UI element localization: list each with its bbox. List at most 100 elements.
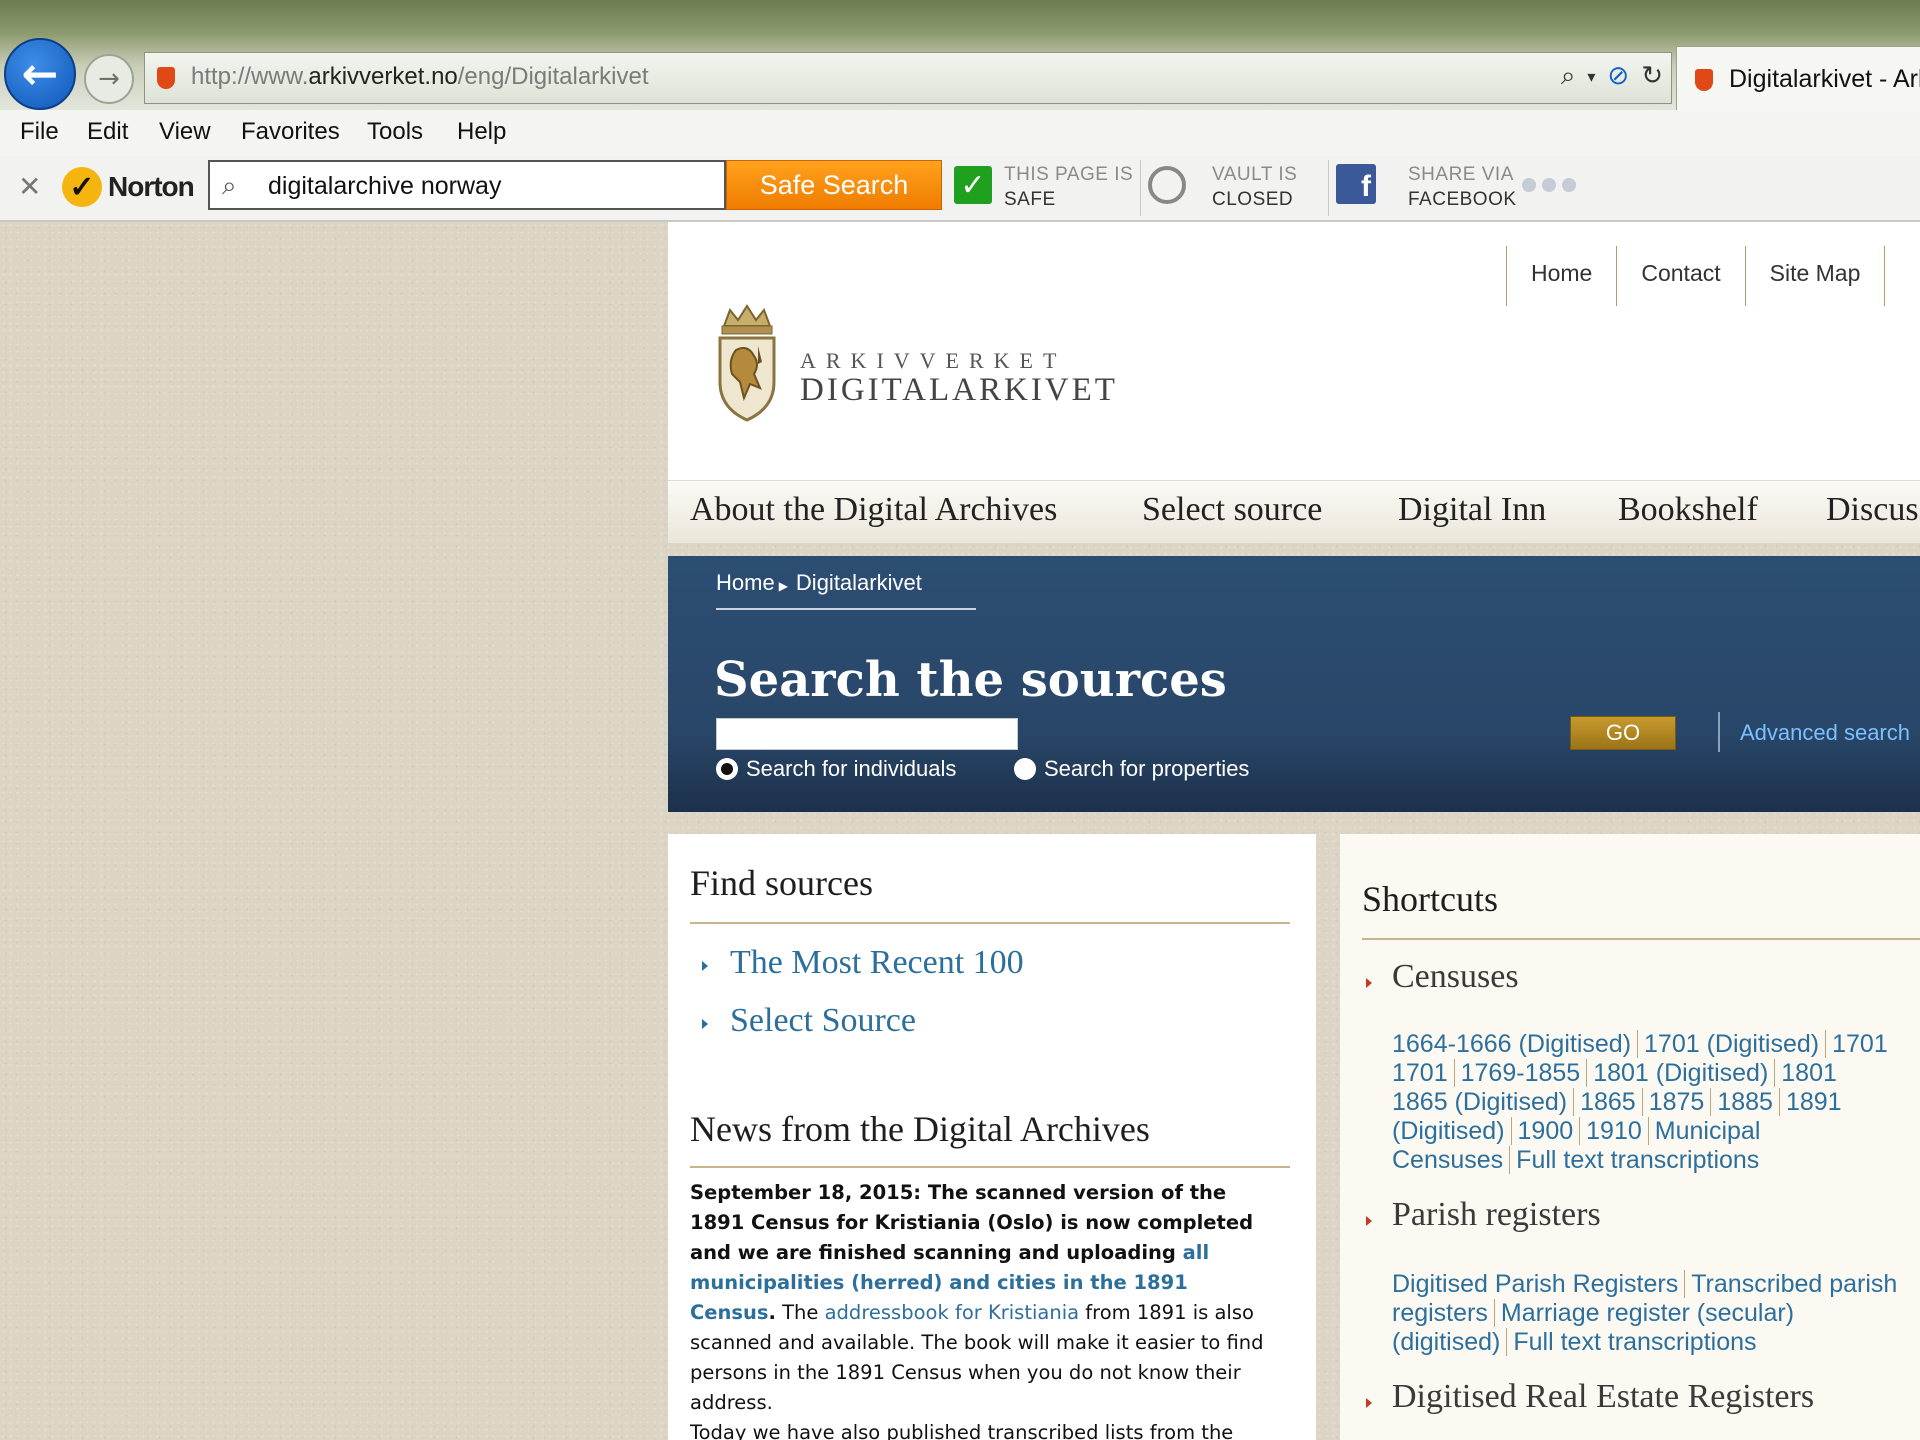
divider (690, 922, 1290, 924)
site-header: Home Contact Site Map ARKIVVERKET DIGITA… (668, 222, 1920, 480)
toolbar-divider (1328, 160, 1329, 216)
parish-link[interactable]: registers (1392, 1299, 1488, 1327)
facebook-icon: f (1336, 164, 1376, 204)
forward-button[interactable]: → (84, 54, 134, 104)
census-link[interactable]: 1865 (Digitised) (1392, 1088, 1567, 1116)
main-navigation: About the Digital Archives Select source… (668, 480, 1920, 543)
link-select-source[interactable]: Select Source (730, 1002, 916, 1040)
back-button[interactable]: ← (4, 38, 76, 110)
parish-link[interactable]: Full text transcriptions (1506, 1328, 1757, 1356)
vault-status[interactable]: VAULT IS CLOSED (1212, 162, 1297, 212)
parish-link[interactable]: (digitised) (1392, 1328, 1500, 1356)
source-search-input[interactable] (716, 718, 1018, 750)
search-panel: Home ▶ Digitalarkivet Search the sources S… (668, 556, 1920, 812)
link-most-recent-100[interactable]: The Most Recent 100 (730, 944, 1024, 982)
census-link[interactable]: 1701 (1825, 1030, 1888, 1058)
breadcrumb-current[interactable]: Digitalarkivet (796, 570, 922, 595)
census-link[interactable]: Municipal (1647, 1117, 1761, 1145)
breadcrumb: Home ▶ Digitalarkivet (716, 570, 976, 610)
census-link-digitised-1891[interactable]: (Digitised) (1392, 1117, 1505, 1145)
census-link[interactable]: 1664-1666 (Digitised) (1392, 1030, 1631, 1058)
census-link[interactable]: 1910 (1579, 1117, 1642, 1145)
census-link[interactable]: 1865 (1573, 1088, 1636, 1116)
census-link[interactable]: 1891 (1778, 1088, 1842, 1116)
advanced-search-link[interactable]: Advanced search (1740, 720, 1910, 746)
breadcrumb-home[interactable]: Home (716, 570, 775, 595)
browser-tab[interactable]: Digitalarkivet - Arkivverket (1676, 46, 1920, 110)
find-sources-title: Find sources (690, 863, 873, 903)
nav-about[interactable]: About the Digital Archives (690, 491, 1057, 529)
radio-individuals[interactable]: Search for individuals (716, 756, 956, 782)
census-link[interactable]: 1875 (1641, 1088, 1705, 1116)
arrow-right-icon: → (98, 64, 120, 94)
search-title: Search the sources (714, 652, 1227, 708)
census-link[interactable]: 1801 (Digitised) (1586, 1059, 1769, 1087)
nav-digital-inn[interactable]: Digital Inn (1398, 491, 1546, 529)
search-icon[interactable]: ⌕ (1561, 61, 1576, 92)
category-parish-registers[interactable]: Parish registers (1392, 1196, 1601, 1234)
toplink-contact[interactable]: Contact (1616, 246, 1744, 306)
coat-of-arms-logo[interactable] (714, 304, 780, 424)
vault-icon (1148, 166, 1186, 204)
radio-properties[interactable]: Search for properties (1014, 756, 1249, 782)
refresh-icon[interactable]: ↻ (1641, 61, 1663, 92)
menu-help[interactable]: Help (457, 118, 506, 146)
census-link[interactable]: 1701 (1392, 1059, 1448, 1087)
go-button[interactable]: GO (1570, 716, 1676, 750)
menu-tools[interactable]: Tools (367, 118, 423, 146)
parish-link[interactable]: Marriage register (secular) (1493, 1299, 1795, 1327)
parish-link[interactable]: Digitised Parish Registers (1392, 1270, 1678, 1298)
share-facebook[interactable]: SHARE VIA FACEBOOK (1408, 162, 1517, 212)
divider (690, 1166, 1290, 1168)
census-link[interactable]: Full text transcriptions (1509, 1146, 1760, 1174)
safe-check-icon: ✓ (954, 166, 992, 204)
divider (1718, 712, 1720, 752)
radio-unchecked-icon[interactable] (1014, 758, 1036, 780)
category-real-estate-registers[interactable]: Digitised Real Estate Registers (1392, 1378, 1814, 1416)
close-toolbar-icon[interactable]: ✕ (18, 170, 41, 203)
nav-select-source[interactable]: Select source (1142, 491, 1322, 529)
dropdown-icon[interactable]: ▾ (1587, 61, 1595, 92)
tab-favicon-icon (1695, 69, 1713, 91)
nav-discussion[interactable]: Discussion (1826, 491, 1920, 529)
norton-search-input[interactable] (266, 168, 710, 204)
site-shield-icon (157, 67, 175, 89)
radio-checked-icon[interactable] (716, 758, 738, 780)
shortcuts-column: Shortcuts Censuses 1664-1666 (Digitised)… (1340, 834, 1920, 1440)
menu-edit[interactable]: Edit (87, 118, 128, 146)
safe-search-button[interactable]: Safe Search (726, 160, 942, 210)
address-bar[interactable]: http://www.arkivverket.no/eng/Digitalark… (144, 52, 1672, 104)
toolbar-divider (1140, 160, 1141, 216)
url-text[interactable]: http://www.arkivverket.no/eng/Digitalark… (191, 63, 649, 91)
divider (1362, 938, 1920, 940)
census-link[interactable]: 1885 (1710, 1088, 1773, 1116)
nav-bookshelf[interactable]: Bookshelf (1618, 491, 1758, 529)
bullet-icon (1366, 1398, 1372, 1408)
census-link[interactable]: 1801 (1774, 1059, 1837, 1087)
logo-text-digitalarkivet: DIGITALARKIVET (800, 372, 1118, 408)
norton-logo[interactable]: ✓ Norton (62, 162, 195, 212)
more-options-icon[interactable] (1522, 178, 1576, 192)
toplink-home[interactable]: Home (1506, 246, 1616, 306)
toplink-sitemap[interactable]: Site Map (1744, 246, 1886, 306)
bullet-icon (702, 1019, 708, 1029)
stop-icon[interactable]: ⊘ (1607, 61, 1629, 92)
census-link[interactable]: 1701 (Digitised) (1637, 1030, 1820, 1058)
bullet-icon (1366, 1216, 1372, 1226)
tab-title: Digitalarkivet - Arkivverket (1729, 65, 1920, 93)
norton-search-box: ⌕ (208, 160, 726, 210)
census-link[interactable]: 1900 (1510, 1117, 1574, 1145)
census-link-municipal[interactable]: Censuses (1392, 1146, 1503, 1174)
menu-file[interactable]: File (20, 118, 59, 146)
category-censuses[interactable]: Censuses (1392, 958, 1519, 996)
news-link-addressbook[interactable]: addressbook for Kristiania (825, 1301, 1079, 1324)
bullet-icon (1366, 978, 1372, 988)
bullet-icon (702, 961, 708, 971)
page-safe-status[interactable]: THIS PAGE IS SAFE (1004, 162, 1133, 212)
chevron-right-icon: ▶ (778, 579, 788, 593)
parish-link[interactable]: Transcribed parish (1684, 1270, 1898, 1298)
arrow-left-icon: ← (21, 48, 59, 100)
census-link[interactable]: 1769-1855 (1453, 1059, 1581, 1087)
menu-favorites[interactable]: Favorites (241, 118, 340, 146)
menu-view[interactable]: View (159, 118, 211, 146)
